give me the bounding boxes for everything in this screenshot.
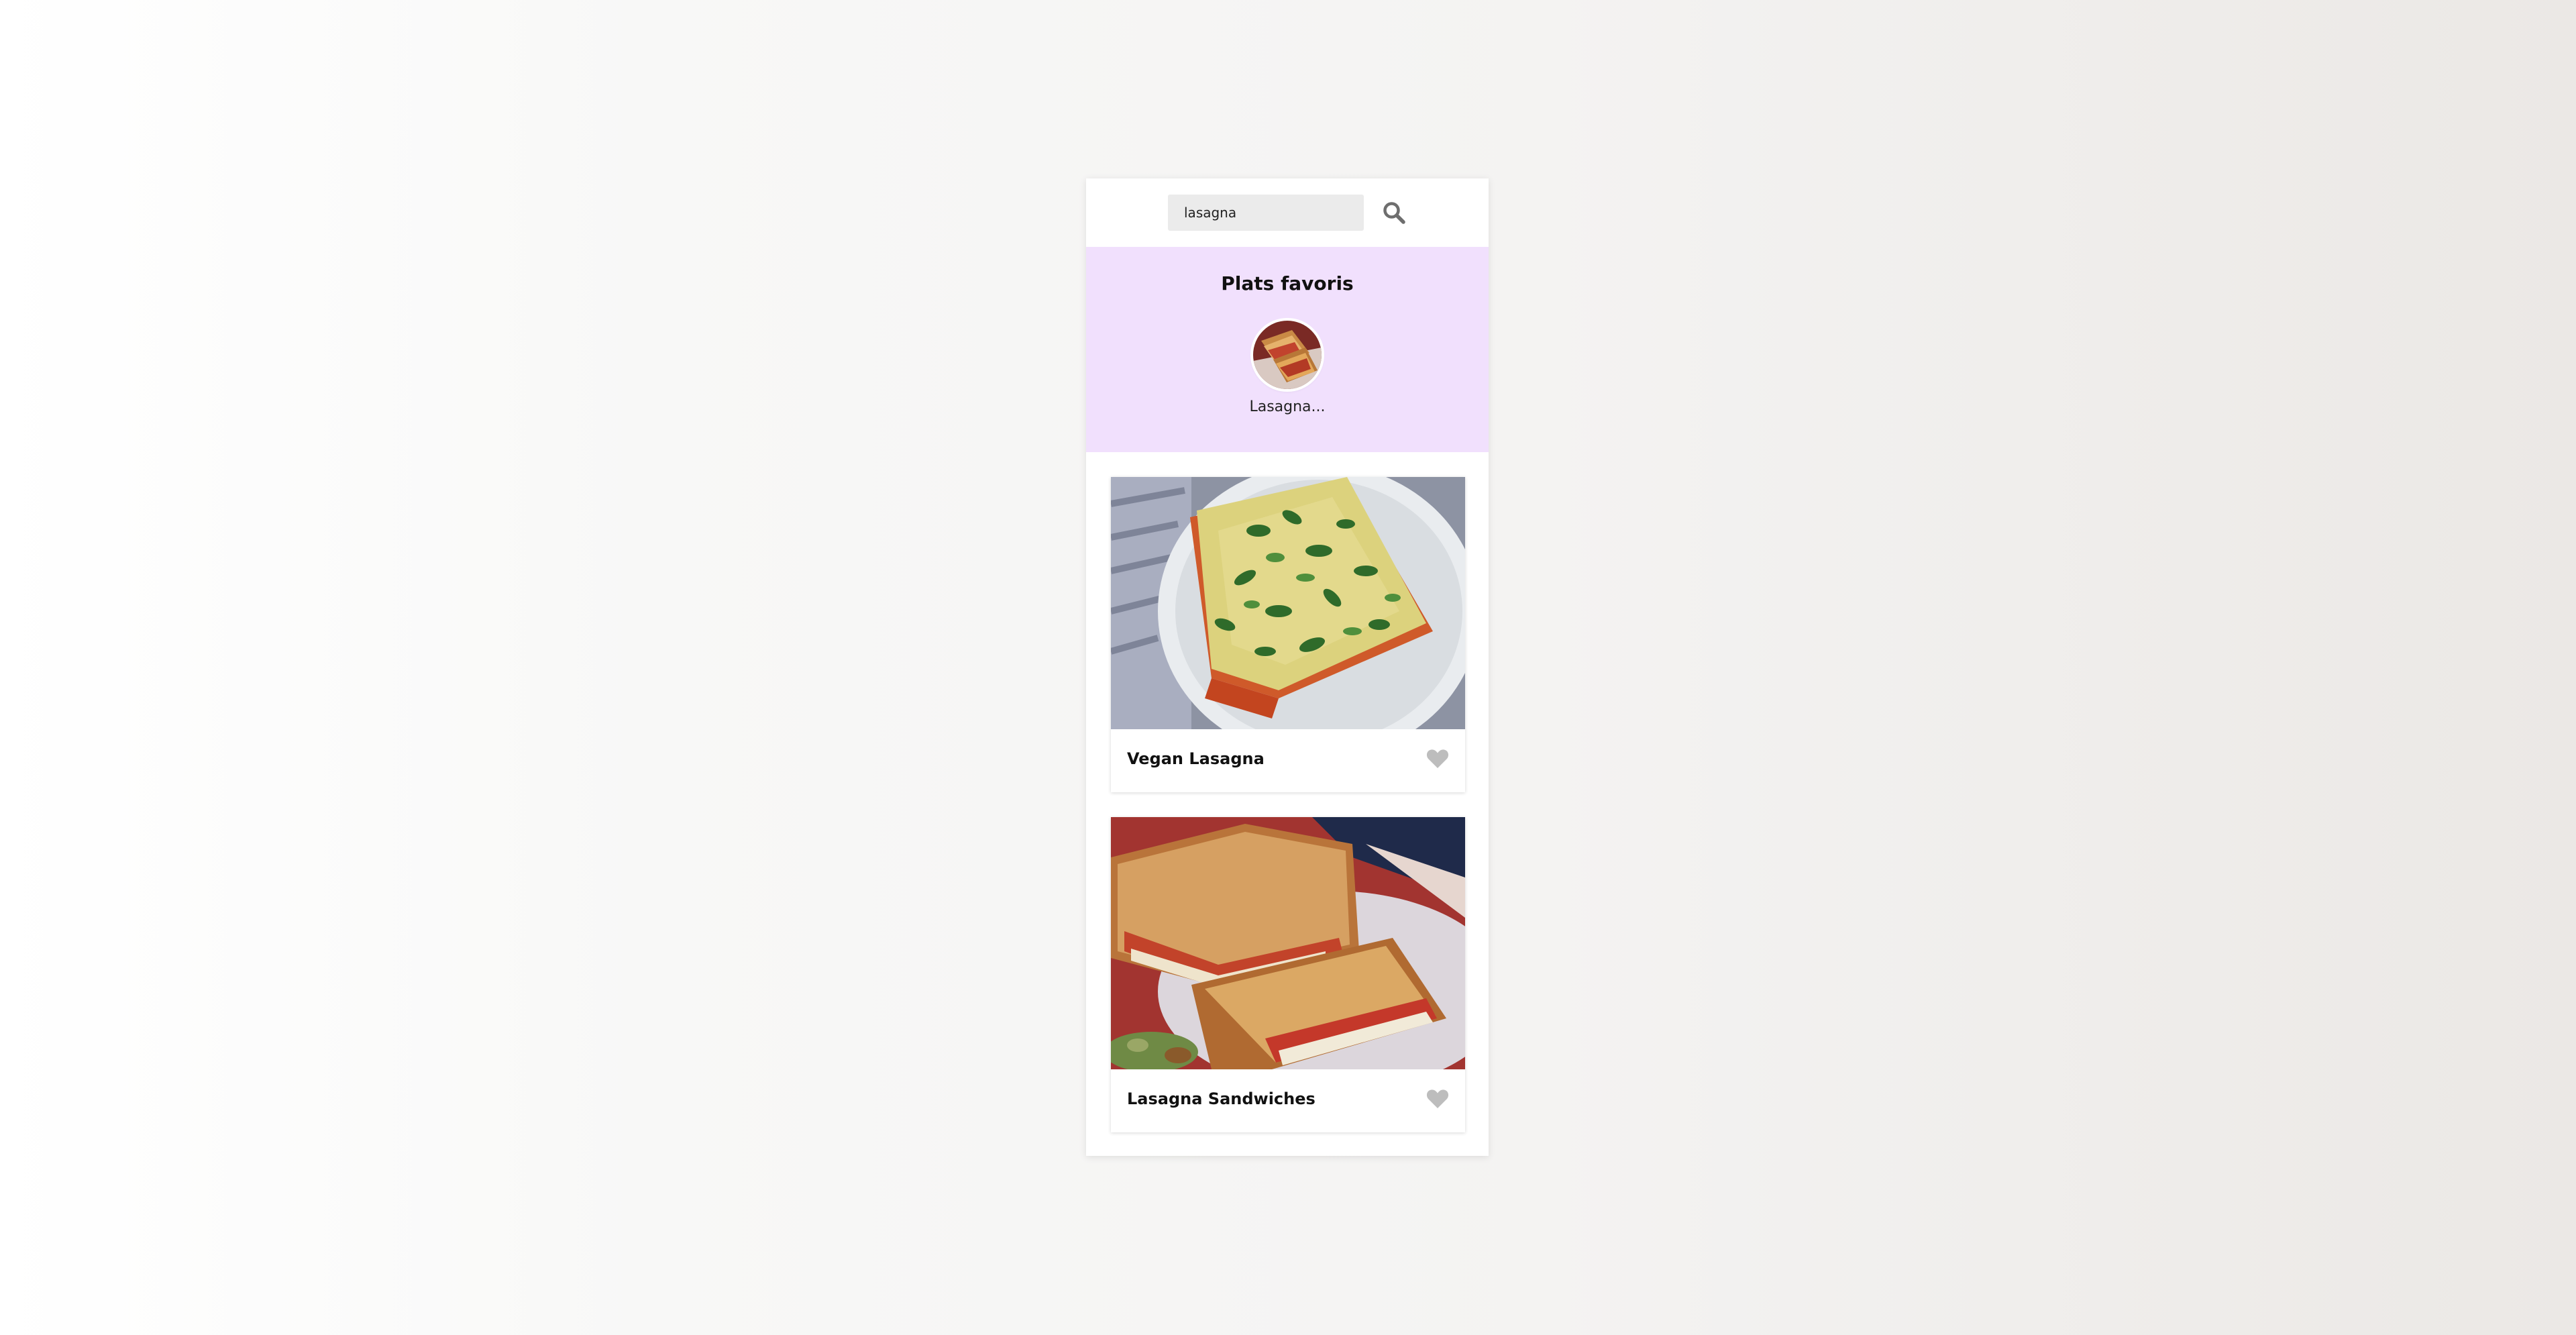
recipe-title: Lasagna Sandwiches — [1127, 1089, 1316, 1108]
favorite-avatar — [1253, 321, 1322, 389]
recipe-image — [1111, 817, 1465, 1069]
favorite-label: Lasagna... — [1249, 398, 1326, 415]
search-input[interactable] — [1168, 195, 1364, 231]
search-bar — [1086, 178, 1489, 247]
favorite-item[interactable]: Lasagna... — [1240, 321, 1334, 428]
recipe-title: Vegan Lasagna — [1127, 749, 1265, 768]
recipe-card[interactable]: Lasagna Sandwiches — [1111, 817, 1465, 1132]
search-button[interactable] — [1376, 195, 1412, 231]
recipe-card[interactable]: Vegan Lasagna — [1111, 477, 1465, 792]
favorites-section: Plats favoris Lasagna... — [1086, 247, 1489, 452]
heart-icon — [1426, 749, 1449, 768]
favorite-toggle-button[interactable] — [1426, 1089, 1449, 1109]
heart-icon — [1426, 1089, 1449, 1108]
favorites-title: Plats favoris — [1221, 272, 1354, 295]
app-container: Plats favoris Lasagna... — [1086, 178, 1489, 1156]
favorite-toggle-button[interactable] — [1426, 749, 1449, 769]
recipe-image — [1111, 477, 1465, 729]
search-icon — [1383, 202, 1405, 224]
